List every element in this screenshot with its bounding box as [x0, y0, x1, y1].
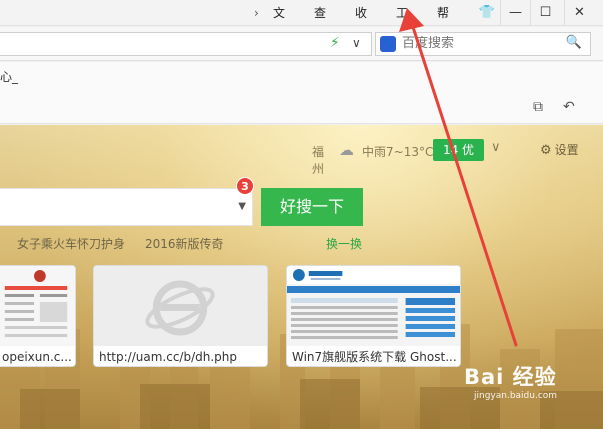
notification-badge: 3 — [236, 177, 254, 195]
quick-tile-3[interactable]: Win7旗舰版系统下载 Ghost... — [286, 265, 461, 367]
search-icon[interactable]: 🔍 — [566, 35, 582, 50]
tool-strip: ⧉ ↶ — [0, 90, 603, 124]
url-dropdown-icon[interactable]: ∨ — [352, 36, 361, 50]
tile-caption: http://uam.cc/b/dh.php — [94, 346, 267, 366]
address-search-input[interactable] — [402, 36, 562, 51]
tile-caption: opeixun.c... — [0, 346, 75, 366]
menu-help[interactable]: 帮助 — [437, 0, 449, 46]
watermark-logo: Bai 经验 — [464, 365, 557, 389]
weather-temp: 中雨7~13°C — [362, 145, 434, 159]
hot-word-2[interactable]: 2016新版传奇 — [145, 235, 224, 252]
search-button[interactable]: 好搜一下 — [261, 188, 363, 226]
menu-chevron-icon[interactable]: › — [254, 0, 259, 26]
minimize-icon[interactable]: — — [500, 0, 530, 26]
close-icon[interactable]: ✕ — [564, 0, 594, 26]
weather-chevron-down-icon[interactable]: ∨ — [491, 140, 501, 155]
address-bar: ⚡ ∨ 🐾 🔍 — [0, 27, 603, 61]
gear-icon: ⚙ — [540, 143, 552, 158]
change-button[interactable]: 换一换 — [326, 235, 362, 252]
baidu-jingyan-watermark: Bai 经验 jingyan.baidu.com — [464, 361, 557, 401]
undo-icon[interactable]: ↶ — [563, 99, 575, 115]
speed-mode-icon[interactable]: ⚡ — [330, 35, 340, 51]
quick-tile-2[interactable]: http://uam.cc/b/dh.php — [93, 265, 268, 367]
search-engine-box[interactable]: 🐾 🔍 — [375, 32, 591, 56]
bookmark-item[interactable]: 心_ — [0, 68, 18, 85]
menu-favorites[interactable]: 收藏 — [355, 0, 367, 46]
search-dropdown-icon[interactable]: ▼ — [238, 201, 246, 212]
main-search-input[interactable]: ▼ — [0, 188, 253, 226]
title-bar: › 文件 查看 收藏 工具 帮助 👕 — ☐ ✕ — [0, 0, 603, 46]
baidu-paw-icon[interactable]: 🐾 — [380, 36, 396, 52]
weather-city: 福州 — [312, 145, 325, 176]
ie-logo-icon — [94, 266, 267, 346]
quick-tile-1[interactable]: opeixun.c... — [0, 265, 76, 367]
start-page: 福州 ☁ 中雨7~13°C 14 优 ∨ ⚙ 设置 ▼ 3 好搜一下 女子乘火车怀… — [0, 125, 603, 429]
bookmark-bar: 心_ — [0, 62, 603, 90]
rain-cloud-icon: ☁ — [339, 141, 354, 159]
menu-tools[interactable]: 工具 — [396, 0, 408, 46]
settings-button[interactable]: ⚙ 设置 — [540, 141, 579, 158]
url-field[interactable]: ⚡ ∨ — [0, 32, 372, 56]
menu-view[interactable]: 查看 — [314, 0, 326, 46]
hot-word-1[interactable]: 女子乘火车怀刀护身 — [17, 235, 125, 252]
skin-icon[interactable]: 👕 — [472, 0, 502, 26]
tile-thumbnail — [0, 266, 75, 346]
screenshot-icon[interactable]: ⧉ — [533, 99, 543, 115]
maximize-icon[interactable]: ☐ — [530, 0, 560, 26]
settings-label: 设置 — [554, 143, 579, 157]
menu-file[interactable]: 文件 — [273, 0, 285, 46]
tile-caption: Win7旗舰版系统下载 Ghost... — [287, 346, 460, 366]
watermark-url: jingyan.baidu.com — [474, 391, 558, 401]
tile-thumbnail — [287, 266, 460, 346]
air-quality-badge[interactable]: 14 优 — [433, 139, 484, 161]
